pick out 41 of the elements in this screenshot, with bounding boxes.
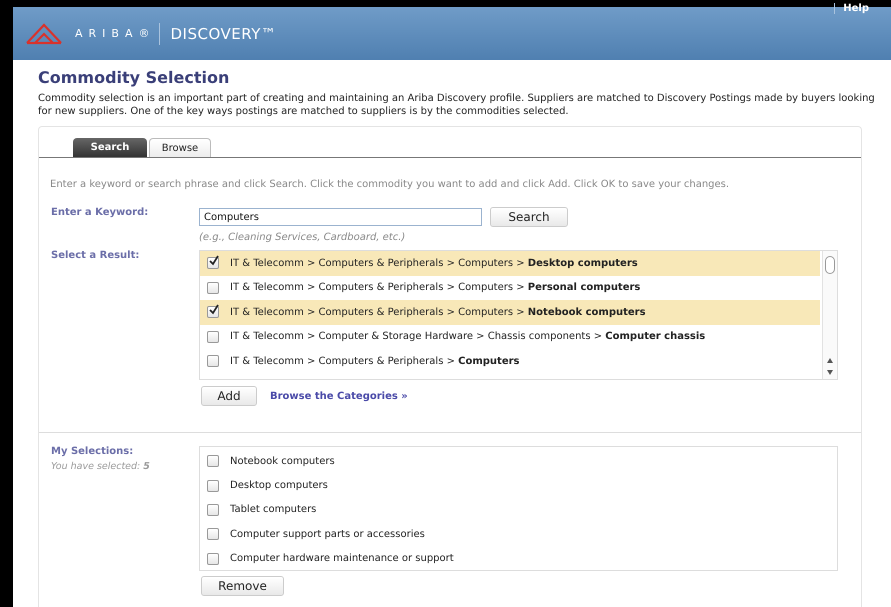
checkbox[interactable] — [207, 257, 219, 270]
result-path: IT & Telecomm > Computers & Peripherals > Computers > Desktop computers — [230, 258, 638, 269]
tab[interactable]: Browse — [149, 138, 211, 157]
checkbox[interactable] — [207, 306, 219, 318]
checkbox[interactable] — [207, 480, 219, 492]
selection-label: Computer support parts or accessories — [230, 528, 425, 540]
result-row[interactable]: IT & Telecomm > Computers & Peripherals > Computers > Notebook computers — [200, 300, 820, 324]
checkbox[interactable] — [207, 528, 219, 540]
brand-name: ARIBA® — [75, 27, 156, 40]
product-name: DISCOVERY™ — [170, 24, 276, 42]
tab[interactable]: Search — [73, 138, 147, 157]
browse-link[interactable]: Browse the Categories » — [270, 390, 408, 402]
keyword-input[interactable]: Computers — [199, 208, 482, 226]
page-description: Commodity selection is an important part of creating and maintaining an Ariba Discovery profile. Suppliers are matched to Discovery Postings made by buyers looking for new suppliers. One of the key ways postings are matched to suppliers is by the commodities selected. — [38, 92, 876, 118]
selection-count: You have selected: 5 — [50, 461, 150, 472]
checkbox[interactable] — [207, 282, 219, 294]
remove-button[interactable]: Remove — [201, 576, 284, 596]
checkbox[interactable] — [207, 330, 219, 343]
field-label: My Selections: — [50, 446, 134, 457]
selection-label: Notebook computers — [230, 456, 335, 467]
page-title: Commodity Selection — [38, 68, 230, 88]
checkbox[interactable] — [207, 504, 219, 516]
selection-label: Desktop computers — [230, 480, 328, 492]
instructions-text: Enter a keyword or search phrase and click Search. Click the commodity you want to add and click Add. Click OK to save your changes. — [50, 178, 730, 191]
checkbox[interactable] — [207, 552, 219, 565]
field-label: Enter a Keyword: — [50, 207, 150, 220]
search-button[interactable]: Search — [490, 207, 568, 227]
field-label: Select a Result: — [50, 250, 140, 263]
logo-icon — [25, 22, 63, 44]
scrollbar[interactable] — [822, 251, 837, 379]
selection-label: Computer hardware maintenance or support — [230, 553, 454, 564]
hint-text: (e.g., Cleaning Services, Cardboard, etc.) — [199, 232, 406, 243]
checkbox[interactable] — [207, 455, 219, 468]
checkbox[interactable] — [207, 355, 219, 368]
result-path: IT & Telecomm > Computers & Peripherals > Computers > Notebook computers — [230, 306, 646, 318]
selection-label: Tablet computers — [230, 504, 316, 516]
add-button[interactable]: Add — [201, 386, 257, 406]
result-path: IT & Telecomm > Computers & Peripherals > Computers — [230, 356, 520, 367]
result-path: IT & Telecomm > Computers & Peripherals > Computers > Personal computers — [230, 282, 640, 294]
result-row[interactable]: IT & Telecomm > Computers & Peripherals > Computers > Desktop computers — [200, 251, 820, 276]
result-path: IT & Telecomm > Computer & Storage Hardware > Chassis components > Computer chassis — [230, 331, 706, 342]
